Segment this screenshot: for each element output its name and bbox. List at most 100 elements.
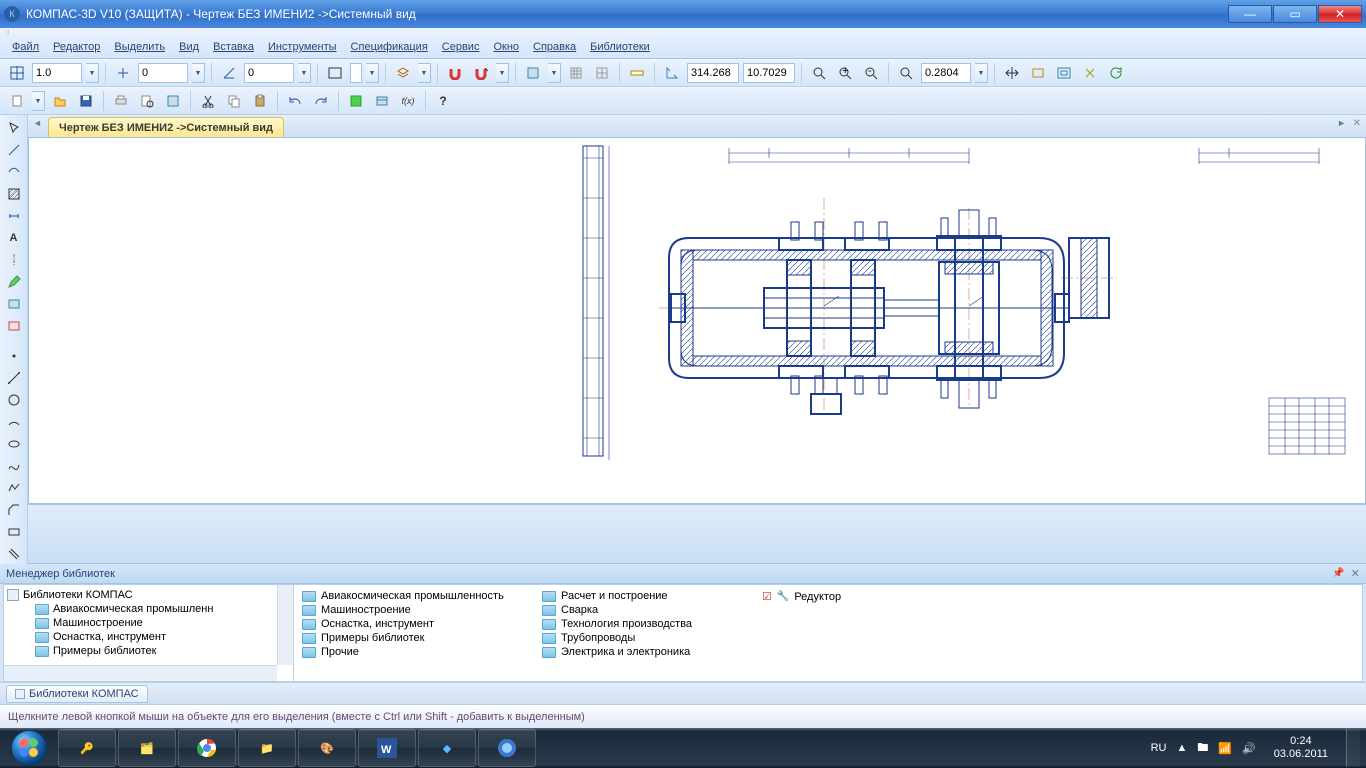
measure-tool[interactable] xyxy=(3,316,25,336)
task-kompas[interactable] xyxy=(478,729,536,767)
zoom-fit-button[interactable] xyxy=(808,62,830,84)
print-page-button[interactable] xyxy=(162,90,184,112)
zoom-dropdown[interactable]: ▼ xyxy=(975,63,988,83)
rect-tool[interactable] xyxy=(3,162,25,182)
magnet1-button[interactable] xyxy=(444,62,466,84)
zoom-all-button[interactable] xyxy=(1053,62,1075,84)
task-app1[interactable]: 🎨 xyxy=(298,729,356,767)
library-tree[interactable]: Библиотеки КОМПАС Авиакосмическая промыш… xyxy=(4,585,294,681)
menu-libs[interactable]: Библиотеки xyxy=(584,39,656,55)
zoom-input[interactable] xyxy=(921,63,971,83)
line-style-button[interactable] xyxy=(324,62,346,84)
fx-button[interactable]: f(x) xyxy=(397,90,419,112)
tray-lang[interactable]: RU xyxy=(1151,742,1167,754)
preview-button[interactable] xyxy=(136,90,158,112)
tab-scroll-right[interactable]: ► xyxy=(1337,118,1346,128)
library-list-2[interactable]: Расчет и построение Сварка Технология пр… xyxy=(534,585,754,681)
open-button[interactable] xyxy=(49,90,71,112)
menu-help[interactable]: Справка xyxy=(527,39,582,55)
library-list-1[interactable]: Авиакосмическая промышленность Машиностр… xyxy=(294,585,534,681)
copy-button[interactable] xyxy=(223,90,245,112)
scale-input[interactable] xyxy=(32,63,82,83)
tab-scroll-left[interactable]: ◄ xyxy=(33,118,42,128)
library-list-3[interactable]: ☑🔧Редуктор xyxy=(754,585,1362,681)
maximize-button[interactable]: ▭ xyxy=(1273,5,1317,23)
angle-input[interactable] xyxy=(244,63,294,83)
spline-tool[interactable] xyxy=(3,456,25,476)
task-word[interactable]: W xyxy=(358,729,416,767)
param-tool[interactable] xyxy=(3,294,25,314)
show-desktop-button[interactable] xyxy=(1346,729,1360,767)
circle-tool[interactable] xyxy=(3,390,25,410)
grid2-button[interactable] xyxy=(591,62,613,84)
layer-dropdown[interactable]: ▼ xyxy=(418,63,431,83)
print-button[interactable] xyxy=(110,90,132,112)
task-access[interactable]: 🔑 xyxy=(58,729,116,767)
property-panel[interactable] xyxy=(28,504,1366,564)
system-tray[interactable]: RU ▲ 🖿 📶 🔊 0:2403.06.2011 xyxy=(1151,729,1364,767)
save-button[interactable] xyxy=(75,90,97,112)
point-tool[interactable] xyxy=(3,346,25,366)
segment-tool[interactable] xyxy=(3,368,25,388)
chamfer-tool[interactable] xyxy=(3,500,25,520)
rectangle-tool[interactable] xyxy=(3,522,25,542)
style-dropdown[interactable]: ▼ xyxy=(366,63,379,83)
paste-button[interactable] xyxy=(249,90,271,112)
layer-button[interactable] xyxy=(392,62,414,84)
polyline-tool[interactable] xyxy=(3,478,25,498)
select-tool[interactable] xyxy=(3,118,25,138)
menu-select[interactable]: Выделить xyxy=(108,39,171,55)
coord-y-input[interactable] xyxy=(743,63,795,83)
menu-insert[interactable]: Вставка xyxy=(207,39,260,55)
scale-dropdown[interactable]: ▼ xyxy=(86,63,99,83)
snap-button[interactable] xyxy=(6,62,28,84)
step-input[interactable] xyxy=(138,63,188,83)
new-button[interactable] xyxy=(6,90,28,112)
angle-dropdown[interactable]: ▼ xyxy=(298,63,311,83)
tray-volume-icon[interactable]: 🔊 xyxy=(1242,742,1256,755)
menu-service[interactable]: Сервис xyxy=(436,39,486,55)
drawing-canvas[interactable] xyxy=(28,137,1366,504)
tree-vscroll[interactable] xyxy=(277,585,293,665)
library-tab[interactable]: Библиотеки КОМПАС xyxy=(6,685,148,703)
redraw-button[interactable] xyxy=(1079,62,1101,84)
tray-action-icon[interactable]: 🖿 xyxy=(1197,739,1208,758)
step-button[interactable] xyxy=(112,62,134,84)
drawing-dropdown[interactable]: ▼ xyxy=(548,63,561,83)
panel-close-icon[interactable]: ✕ xyxy=(1351,567,1360,580)
cut-button[interactable] xyxy=(197,90,219,112)
magnet2-button[interactable] xyxy=(470,62,492,84)
undo-button[interactable] xyxy=(284,90,306,112)
tray-clock[interactable]: 0:2403.06.2011 xyxy=(1266,735,1336,761)
style-input[interactable] xyxy=(350,63,362,83)
menu-tools[interactable]: Инструменты xyxy=(262,39,343,55)
grid1-button[interactable] xyxy=(565,62,587,84)
tray-network-icon[interactable]: 📶 xyxy=(1218,742,1232,755)
refresh-button[interactable] xyxy=(1105,62,1127,84)
coord-x-input[interactable] xyxy=(687,63,739,83)
magnet-dropdown[interactable]: ▼ xyxy=(496,63,509,83)
tab-close[interactable]: ✕ xyxy=(1353,118,1361,129)
task-chrome[interactable] xyxy=(178,729,236,767)
zoom-out-button[interactable]: - xyxy=(860,62,882,84)
angle-button[interactable] xyxy=(218,62,240,84)
step-dropdown[interactable]: ▼ xyxy=(192,63,205,83)
menu-spec[interactable]: Спецификация xyxy=(345,39,434,55)
tree-hscroll[interactable] xyxy=(4,665,277,681)
props-button[interactable] xyxy=(345,90,367,112)
new-dropdown[interactable]: ▼ xyxy=(32,91,45,111)
hatch-tool[interactable] xyxy=(3,184,25,204)
ruler-button[interactable] xyxy=(626,62,648,84)
ellipse-tool[interactable] xyxy=(3,434,25,454)
line-tool[interactable] xyxy=(3,140,25,160)
close-button[interactable]: ✕ xyxy=(1318,5,1362,23)
zoom-window-button[interactable] xyxy=(895,62,917,84)
dimension-tool[interactable] xyxy=(3,206,25,226)
tray-flag-icon[interactable]: ▲ xyxy=(1176,742,1187,754)
hatch2-tool[interactable] xyxy=(3,544,25,564)
zoom-prev-button[interactable] xyxy=(1027,62,1049,84)
minimize-button[interactable]: — xyxy=(1228,5,1272,23)
help-button[interactable]: ? xyxy=(432,90,454,112)
drawing-button[interactable] xyxy=(522,62,544,84)
menu-view[interactable]: Вид xyxy=(173,39,205,55)
